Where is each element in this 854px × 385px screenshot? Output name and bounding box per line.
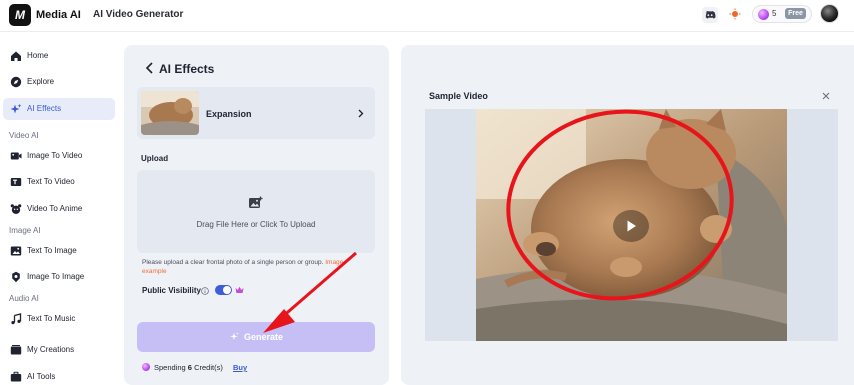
sidebar-item-label: Image To Video [27, 151, 83, 160]
sidebar-item-label: Image To Image [27, 272, 85, 281]
sparkle-icon [230, 332, 239, 340]
sidebar-item-text-to-video[interactable]: Text To Video [3, 171, 115, 193]
text-image-icon [10, 246, 22, 256]
spending-prefix: Spending [154, 363, 186, 372]
sidebar-item-label: AI Effects [27, 104, 62, 113]
top-bar: M Media AI AI Video Generator 5 Free [0, 0, 854, 32]
sidebar-item-label: My Creations [27, 345, 75, 354]
sidebar-item-label: Video To Anime [27, 204, 83, 213]
sidebar-item-home[interactable]: Home [3, 45, 115, 67]
sidebar-item-text-to-image[interactable]: Text To Image [3, 240, 115, 262]
text-video-icon [10, 178, 22, 186]
sidebar-item-ai-tools[interactable]: AI Tools [3, 366, 115, 385]
compass-icon [10, 76, 22, 88]
buy-link[interactable]: Buy [233, 363, 247, 372]
upload-label: Upload [141, 154, 169, 163]
spending-info: Spending 6 Credit(s) [154, 363, 223, 372]
sidebar-item-label: Text To Image [27, 246, 77, 255]
plan-badge: Free [785, 8, 806, 19]
sidebar-item-explore[interactable]: Explore [3, 71, 115, 93]
public-visibility-toggle[interactable] [215, 285, 232, 295]
sparkle-icon [10, 103, 22, 114]
spending-amount: 6 [187, 363, 192, 372]
sidebar-item-my-creations[interactable]: My Creations [3, 339, 115, 361]
upload-hint: Please upload a clear frontal photo of a… [142, 258, 364, 276]
hint-text: Please upload a clear frontal photo of a… [142, 259, 324, 266]
sidebar-item-label: Explore [27, 77, 55, 86]
app-title: AI Video Generator [93, 9, 184, 20]
upload-dropzone[interactable] [137, 170, 375, 253]
panel-title: AI Effects [159, 62, 215, 76]
credit-coin-icon [142, 363, 150, 371]
sidebar-item-video-to-anime[interactable]: Video To Anime [3, 198, 115, 220]
avatar[interactable] [820, 4, 839, 23]
sidebar-item-label: Text To Music [27, 314, 76, 323]
sidebar-item-image-to-image[interactable]: Image To Image [3, 266, 115, 288]
image-upload-icon [249, 196, 263, 208]
crown-icon [235, 286, 244, 293]
close-icon[interactable] [822, 92, 830, 100]
brand-name[interactable]: Media AI [36, 9, 81, 21]
creations-icon [10, 345, 22, 355]
section-video-ai: Video AI [9, 131, 39, 140]
theme-sun-icon[interactable] [729, 8, 741, 20]
sidebar-item-text-to-music[interactable]: Text To Music [3, 308, 115, 330]
anime-icon [10, 204, 22, 214]
logo-icon[interactable]: M [9, 4, 31, 26]
sample-video-title: Sample Video [429, 91, 488, 101]
upload-prompt: Drag File Here or Click To Upload [196, 220, 316, 229]
home-icon [11, 51, 21, 61]
section-image-ai: Image AI [9, 226, 41, 235]
back-chevron-icon[interactable] [145, 62, 154, 74]
music-icon [11, 313, 22, 325]
credit-count: 5 [772, 9, 777, 18]
section-audio-ai: Audio AI [9, 294, 39, 303]
generate-label: Generate [244, 332, 284, 342]
generate-button[interactable]: Generate [137, 322, 375, 352]
credit-coin-icon [758, 9, 769, 20]
effect-name: Expansion [206, 109, 252, 119]
discord-icon[interactable] [701, 6, 719, 24]
sidebar-item-label: Text To Video [27, 177, 75, 186]
tools-icon [10, 371, 22, 382]
image-image-icon [12, 271, 20, 283]
info-icon[interactable] [201, 287, 209, 295]
image-video-icon [10, 152, 22, 160]
chevron-right-icon [358, 109, 364, 118]
sidebar-item-ai-effects[interactable]: AI Effects [3, 98, 115, 120]
sidebar-item-image-to-video[interactable]: Image To Video [3, 145, 115, 167]
public-visibility-label: Public Visibility [142, 286, 201, 295]
sidebar-item-label: Home [27, 51, 49, 60]
effect-thumbnail [141, 91, 199, 135]
spending-suffix: Credit(s) [194, 363, 223, 372]
sidebar-item-label: AI Tools [27, 372, 56, 381]
play-icon[interactable] [613, 210, 649, 242]
